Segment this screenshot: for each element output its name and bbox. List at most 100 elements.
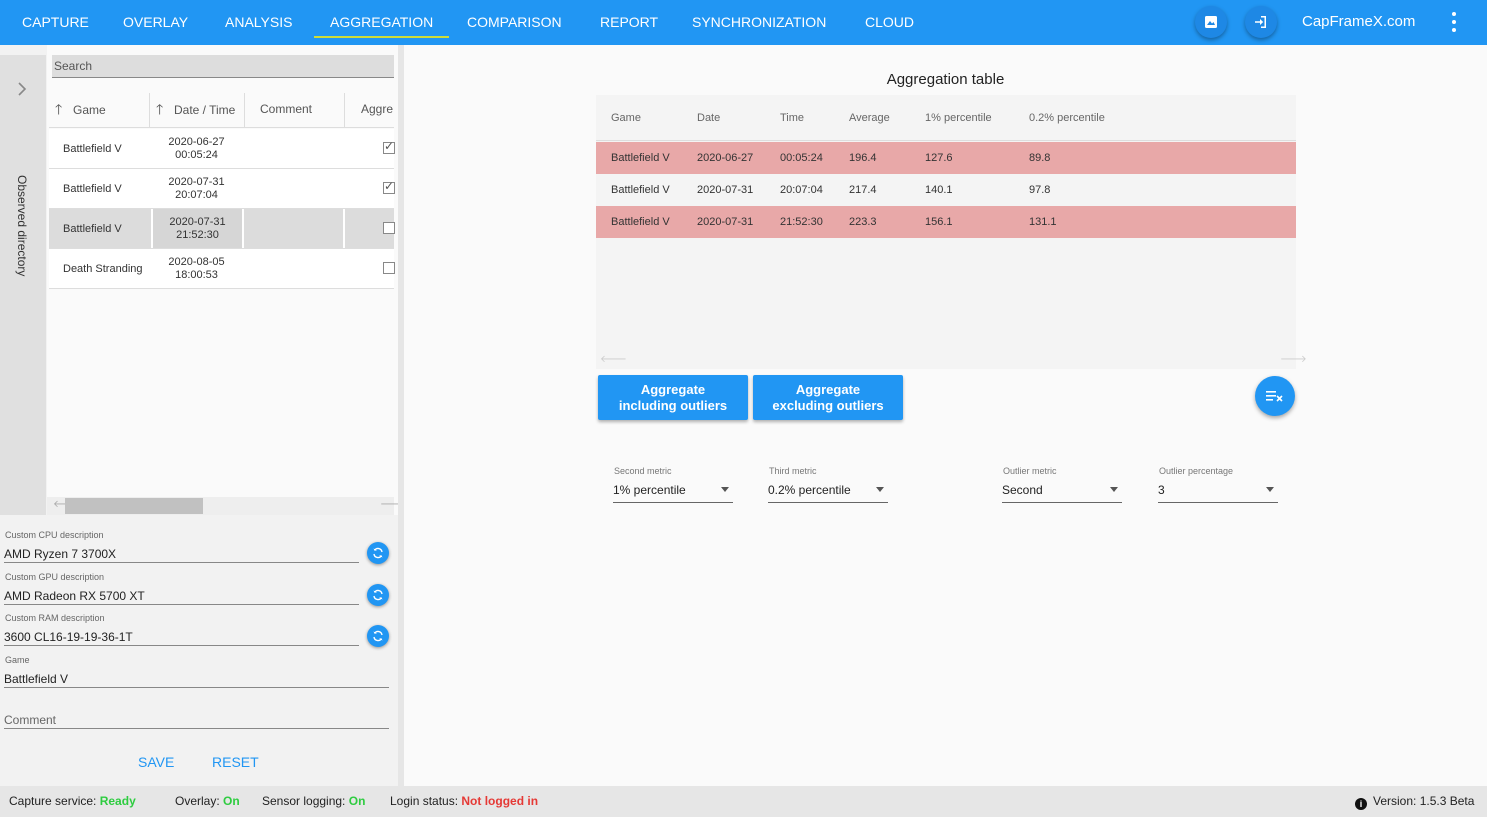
sort-up-icon: 🡑 [156, 101, 164, 117]
record-row-selected[interactable]: Battlefield V 2020-07-31 21:52:30 [49, 209, 395, 249]
record-row[interactable]: Battlefield V 2020-07-31 20:07:04 [49, 169, 395, 209]
agg-col-game[interactable]: Game [611, 95, 641, 141]
save-button[interactable]: SAVE [138, 754, 174, 770]
search-input[interactable]: Search [52, 55, 394, 78]
record-row[interactable]: Battlefield V 2020-06-27 00:05:24 [49, 129, 395, 169]
scrollbar-thumb[interactable] [65, 498, 203, 514]
brand-link[interactable]: CapFrameX.com [1302, 0, 1415, 44]
record-comment [246, 209, 345, 248]
tab-synchronization[interactable]: SYNCHRONIZATION [692, 0, 826, 45]
ram-description-label: Custom RAM description [5, 613, 105, 623]
reset-button[interactable]: RESET [212, 754, 259, 770]
record-datetime: 2020-07-31 20:07:04 [168, 175, 225, 201]
records-horizontal-scrollbar[interactable]: 🡐 🡒 [47, 497, 407, 515]
aggregation-row-outlier[interactable]: Battlefield V 2020-06-27 00:05:24 196.4 … [596, 142, 1296, 174]
info-icon: i [1355, 798, 1367, 810]
clear-aggregation-button[interactable] [1255, 376, 1295, 416]
comment-field[interactable]: Comment [4, 689, 389, 729]
game-value[interactable]: Battlefield V [4, 672, 68, 686]
clear-list-icon [1266, 391, 1283, 402]
outlier-metric-select[interactable]: Outlier metric Second [1002, 465, 1122, 503]
aggregation-row-outlier[interactable]: Battlefield V 2020-07-31 21:52:30 223.3 … [596, 206, 1296, 238]
refresh-cpu-button[interactable] [367, 542, 389, 564]
observed-directory-label: Observed directory [15, 175, 29, 277]
gpu-description-label: Custom GPU description [5, 572, 105, 582]
cpu-description-field[interactable]: Custom CPU description AMD Ryzen 7 3700X [4, 523, 359, 563]
overlay-status: Overlay: On [175, 794, 240, 808]
outlier-percentage-select[interactable]: Outlier percentage 3 [1158, 465, 1278, 503]
tab-overlay[interactable]: OVERLAY [123, 0, 188, 45]
refresh-icon [373, 547, 383, 559]
agg-col-time[interactable]: Time [780, 95, 804, 141]
second-metric-select[interactable]: Second metric 1% percentile [613, 465, 733, 503]
cpu-description-value[interactable]: AMD Ryzen 7 3700X [4, 547, 116, 561]
sort-up-icon: 🡑 [55, 101, 63, 117]
aggregation-table-header: Game Date Time Average 1% percentile 0.2… [596, 95, 1296, 141]
more-vert-icon[interactable] [1446, 12, 1462, 32]
chevron-right-icon[interactable] [14, 81, 30, 97]
comment-placeholder: Comment [4, 713, 57, 727]
scroll-right-icon[interactable]: 🡒 [1280, 353, 1307, 365]
gpu-description-field[interactable]: Custom GPU description AMD Radeon RX 570… [4, 565, 359, 605]
chevron-down-icon [1266, 487, 1274, 492]
record-game: Death Stranding [63, 262, 143, 275]
agg-col-p1[interactable]: 1% percentile [925, 95, 992, 141]
column-game[interactable]: 🡑 Game [49, 93, 150, 128]
refresh-icon [373, 630, 383, 642]
aggregate-checkbox[interactable] [383, 179, 395, 194]
tab-aggregation[interactable]: AGGREGATION [313, 0, 450, 45]
tab-analysis[interactable]: ANALYSIS [225, 0, 292, 45]
screenshot-icon [1205, 16, 1217, 28]
scroll-left-icon[interactable]: 🡐 [600, 353, 627, 365]
column-aggregate[interactable]: Aggre [345, 93, 394, 128]
refresh-ram-button[interactable] [367, 625, 389, 647]
chevron-down-icon [1110, 487, 1118, 492]
record-game: Battlefield V [63, 182, 122, 195]
third-metric-select[interactable]: Third metric 0.2% percentile [768, 465, 888, 503]
observed-directory-panel[interactable]: Observed directory [0, 55, 46, 515]
aggregation-row[interactable]: Battlefield V 2020-07-31 20:07:04 217.4 … [596, 174, 1296, 206]
game-field[interactable]: Game Battlefield V [4, 648, 389, 688]
record-row[interactable]: Death Stranding 2020-08-05 18:00:53 [49, 249, 395, 289]
aggregate-checkbox[interactable] [383, 139, 395, 154]
records-panel: Search 🡑 Game 🡑 Date / Time Comment Aggre … [47, 45, 407, 515]
aggregation-title: Aggregation table [886, 71, 1005, 88]
screenshot-button[interactable] [1195, 6, 1227, 38]
aggregation-view: Aggregation table Game Date Time Average… [404, 45, 1487, 786]
cpu-description-label: Custom CPU description [5, 530, 104, 540]
tab-comparison[interactable]: COMPARISON [467, 0, 562, 45]
aggregation-horizontal-scrollbar[interactable]: 🡐 🡒 [596, 353, 1307, 369]
tab-capture[interactable]: CAPTURE [22, 0, 89, 45]
capture-service-status: Capture service: Ready [9, 794, 136, 808]
aggregate-excluding-outliers-button[interactable]: Aggregate excluding outliers [753, 375, 903, 420]
ram-description-value[interactable]: 3600 CL16-19-19-36-1T [4, 630, 133, 644]
record-datetime: 2020-06-27 00:05:24 [168, 135, 225, 161]
record-datetime: 2020-08-05 18:00:53 [168, 255, 225, 281]
agg-col-p02[interactable]: 0.2% percentile [1029, 95, 1105, 141]
record-game: Battlefield V [63, 142, 122, 155]
refresh-icon [373, 589, 383, 601]
aggregate-checkbox[interactable] [383, 262, 395, 274]
column-datetime[interactable]: 🡑 Date / Time [150, 93, 245, 128]
agg-col-average[interactable]: Average [849, 95, 890, 141]
refresh-gpu-button[interactable] [367, 584, 389, 606]
tab-report[interactable]: REPORT [600, 0, 658, 45]
chevron-down-icon [721, 487, 729, 492]
ram-description-field[interactable]: Custom RAM description 3600 CL16-19-19-3… [4, 606, 359, 646]
gpu-description-value[interactable]: AMD Radeon RX 5700 XT [4, 589, 145, 603]
tab-cloud[interactable]: CLOUD [865, 0, 914, 45]
description-panel: Custom CPU description AMD Ryzen 7 3700X… [0, 520, 398, 786]
status-bar: Capture service: Ready Overlay: On Senso… [0, 786, 1487, 817]
aggregate-including-outliers-button[interactable]: Aggregate including outliers [598, 375, 748, 420]
login-button[interactable] [1245, 6, 1277, 38]
login-status: Login status: Not logged in [390, 794, 539, 808]
login-icon [1255, 16, 1266, 28]
aggregate-checkbox[interactable] [383, 222, 395, 234]
game-label: Game [5, 655, 30, 665]
column-comment[interactable]: Comment [245, 93, 345, 128]
agg-col-date[interactable]: Date [697, 95, 720, 141]
sensor-logging-status: Sensor logging: On [262, 794, 366, 808]
records-header: 🡑 Game 🡑 Date / Time Comment Aggre [49, 93, 394, 128]
record-game: Battlefield V [63, 222, 122, 235]
version-info: i Version: 1.5.3 Beta [1355, 786, 1474, 817]
